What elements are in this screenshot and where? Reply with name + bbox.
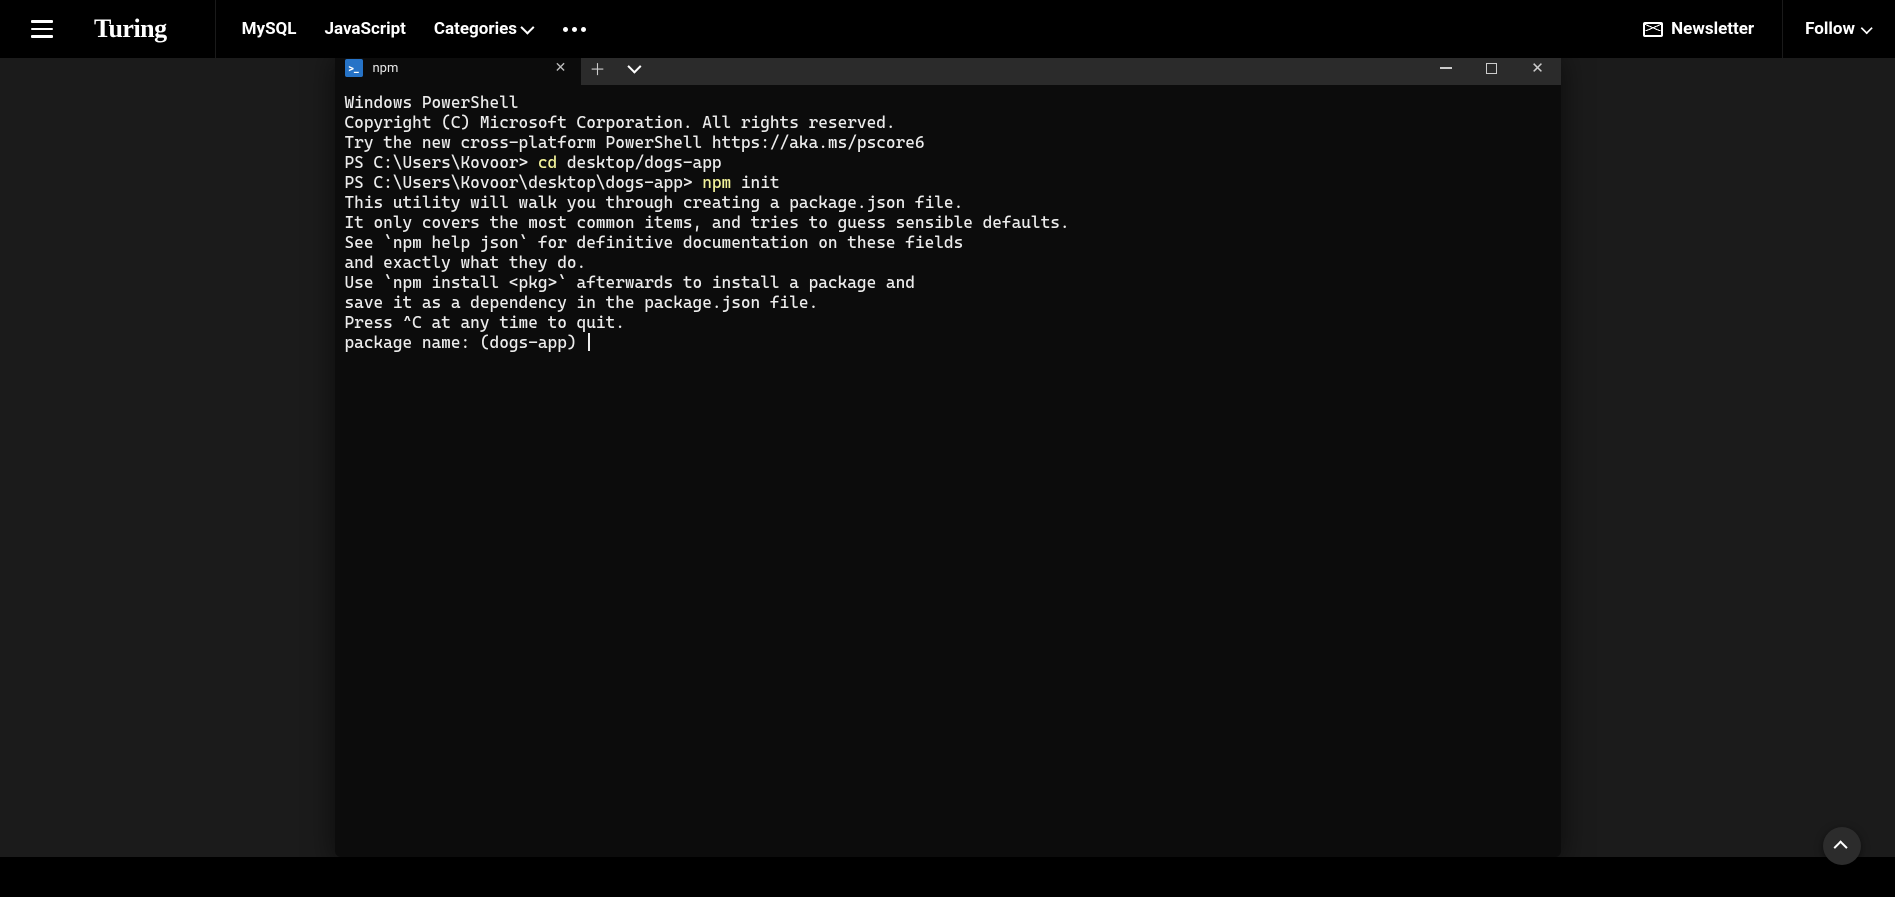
terminal-line: Use `npm install <pkg>` afterwards to in… [345, 273, 1551, 293]
terminal-line: and exactly what they do. [345, 253, 1551, 273]
nav-links: MySQL JavaScript Categories [242, 19, 590, 39]
terminal-output[interactable]: Windows PowerShellCopyright (C) Microsof… [335, 85, 1561, 857]
close-icon: ✕ [1531, 61, 1544, 76]
more-icon[interactable] [559, 23, 590, 36]
site-logo[interactable]: Turing [94, 14, 167, 44]
follow-label: Follow [1805, 19, 1855, 39]
nav-link-mysql[interactable]: MySQL [242, 19, 297, 39]
terminal-line: This utility will walk you through creat… [345, 193, 1551, 213]
newsletter-label: Newsletter [1671, 19, 1754, 39]
terminal-line: package name: (dogs-app) [345, 333, 1551, 353]
nav-left: Turing MySQL JavaScript Categories [16, 0, 590, 58]
menu-icon[interactable] [24, 11, 60, 47]
chevron-down-icon [520, 21, 534, 35]
terminal-line: See `npm help json` for definitive docum… [345, 233, 1551, 253]
nav-right: Newsletter Follow [1643, 0, 1871, 58]
terminal-line: Try the new cross-platform PowerShell ht… [345, 133, 1551, 153]
terminal-line: PS C:\Users\Kovoor> cd desktop/dogs-app [345, 153, 1551, 173]
mail-icon [1643, 22, 1663, 37]
terminal-line: PS C:\Users\Kovoor\desktop\dogs-app> npm… [345, 173, 1551, 193]
maximize-icon [1486, 63, 1497, 74]
tab-close-button[interactable]: ✕ [551, 58, 571, 78]
follow-button[interactable]: Follow [1782, 0, 1871, 58]
page-body: >_ npm ✕ ＋ ✕ Windows PowerShellCopyright… [0, 58, 1895, 897]
terminal-line: Press ^C at any time to quit. [345, 313, 1551, 333]
terminal-window: >_ npm ✕ ＋ ✕ Windows PowerShellCopyright… [335, 51, 1561, 857]
chevron-up-icon [1834, 840, 1848, 854]
terminal-line: It only covers the most common items, an… [345, 213, 1551, 233]
terminal-line: Windows PowerShell [345, 93, 1551, 113]
nav-link-javascript[interactable]: JavaScript [324, 19, 405, 39]
powershell-icon: >_ [345, 59, 363, 77]
nav-link-label: Categories [434, 19, 517, 39]
nav-separator [215, 0, 216, 58]
footer-strip [0, 857, 1895, 897]
nav-link-categories[interactable]: Categories [434, 19, 531, 39]
site-header: Turing MySQL JavaScript Categories Newsl… [0, 0, 1895, 58]
chevron-down-icon [1861, 22, 1873, 34]
terminal-line: Copyright (C) Microsoft Corporation. All… [345, 113, 1551, 133]
cursor [588, 333, 590, 351]
newsletter-button[interactable]: Newsletter [1643, 19, 1754, 39]
chevron-down-icon [627, 60, 641, 74]
terminal-line: save it as a dependency in the package.j… [345, 293, 1551, 313]
scroll-to-top-button[interactable] [1823, 827, 1861, 865]
tab-title: npm [373, 61, 541, 76]
minimize-icon [1440, 67, 1452, 69]
